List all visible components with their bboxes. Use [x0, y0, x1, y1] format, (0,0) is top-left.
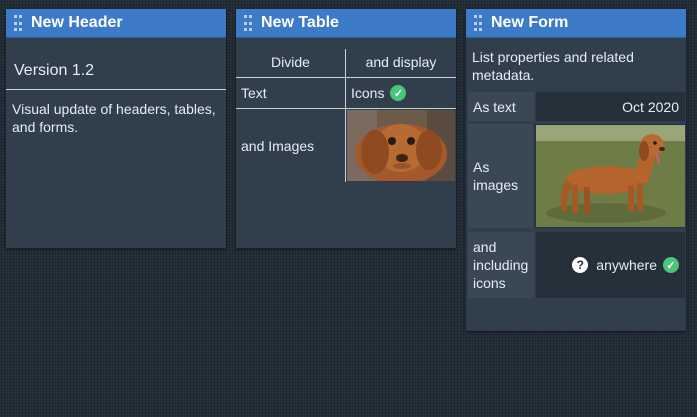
table-header-row: Divide and display: [236, 49, 456, 78]
column-header: and display: [365, 54, 437, 70]
form-value-text: anywhere: [596, 257, 657, 273]
dog-standing-photo: [536, 125, 685, 227]
panel-description: Visual update of headers, tables, and fo…: [12, 101, 216, 135]
header-panel: New Header Version 1.2 Visual update of …: [6, 9, 226, 248]
form-row: and including icons ? anywhere ✓: [468, 232, 685, 298]
panel-title: New Header: [31, 14, 123, 31]
drag-handle-icon[interactable]: [14, 15, 24, 31]
data-table: Divide and display Text Icons ✓ and Imag…: [236, 49, 456, 184]
dog-face-photo: [347, 110, 455, 184]
drag-handle-icon[interactable]: [474, 15, 484, 31]
column-header: Divide: [236, 49, 346, 77]
form-value: [535, 124, 685, 228]
check-circle-icon: ✓: [390, 85, 407, 101]
form-value: ? anywhere ✓: [536, 232, 685, 298]
table-cell: Text: [236, 78, 346, 108]
form-panel: New Form List properties and related met…: [466, 9, 686, 331]
form-row: As text Oct 2020: [468, 92, 685, 121]
form-label: and including icons: [468, 232, 534, 298]
form-label: As text: [468, 92, 534, 121]
form-label: As images: [468, 124, 533, 228]
check-circle-icon: ✓: [663, 257, 679, 273]
table-row: Text Icons ✓: [236, 78, 456, 109]
panel-header: New Form: [466, 9, 686, 38]
form-value: Oct 2020: [536, 92, 685, 121]
table-row: and Images: [236, 109, 456, 184]
table-cell-text: Icons: [351, 85, 385, 101]
panel-title: New Form: [491, 14, 569, 31]
version-label: Version 1.2: [6, 38, 226, 90]
drag-handle-icon[interactable]: [244, 15, 254, 31]
form-row: As images: [468, 124, 685, 228]
panel-header: New Table: [236, 9, 456, 38]
table-panel: New Table Divide and display Text Icons …: [236, 9, 456, 248]
panel-title: New Table: [261, 14, 339, 31]
table-cell: Icons ✓: [346, 78, 456, 108]
panel-header: New Header: [6, 9, 226, 38]
table-cell: and Images: [236, 109, 346, 182]
question-circle-icon[interactable]: ?: [572, 257, 589, 273]
table-cell: [346, 109, 456, 184]
